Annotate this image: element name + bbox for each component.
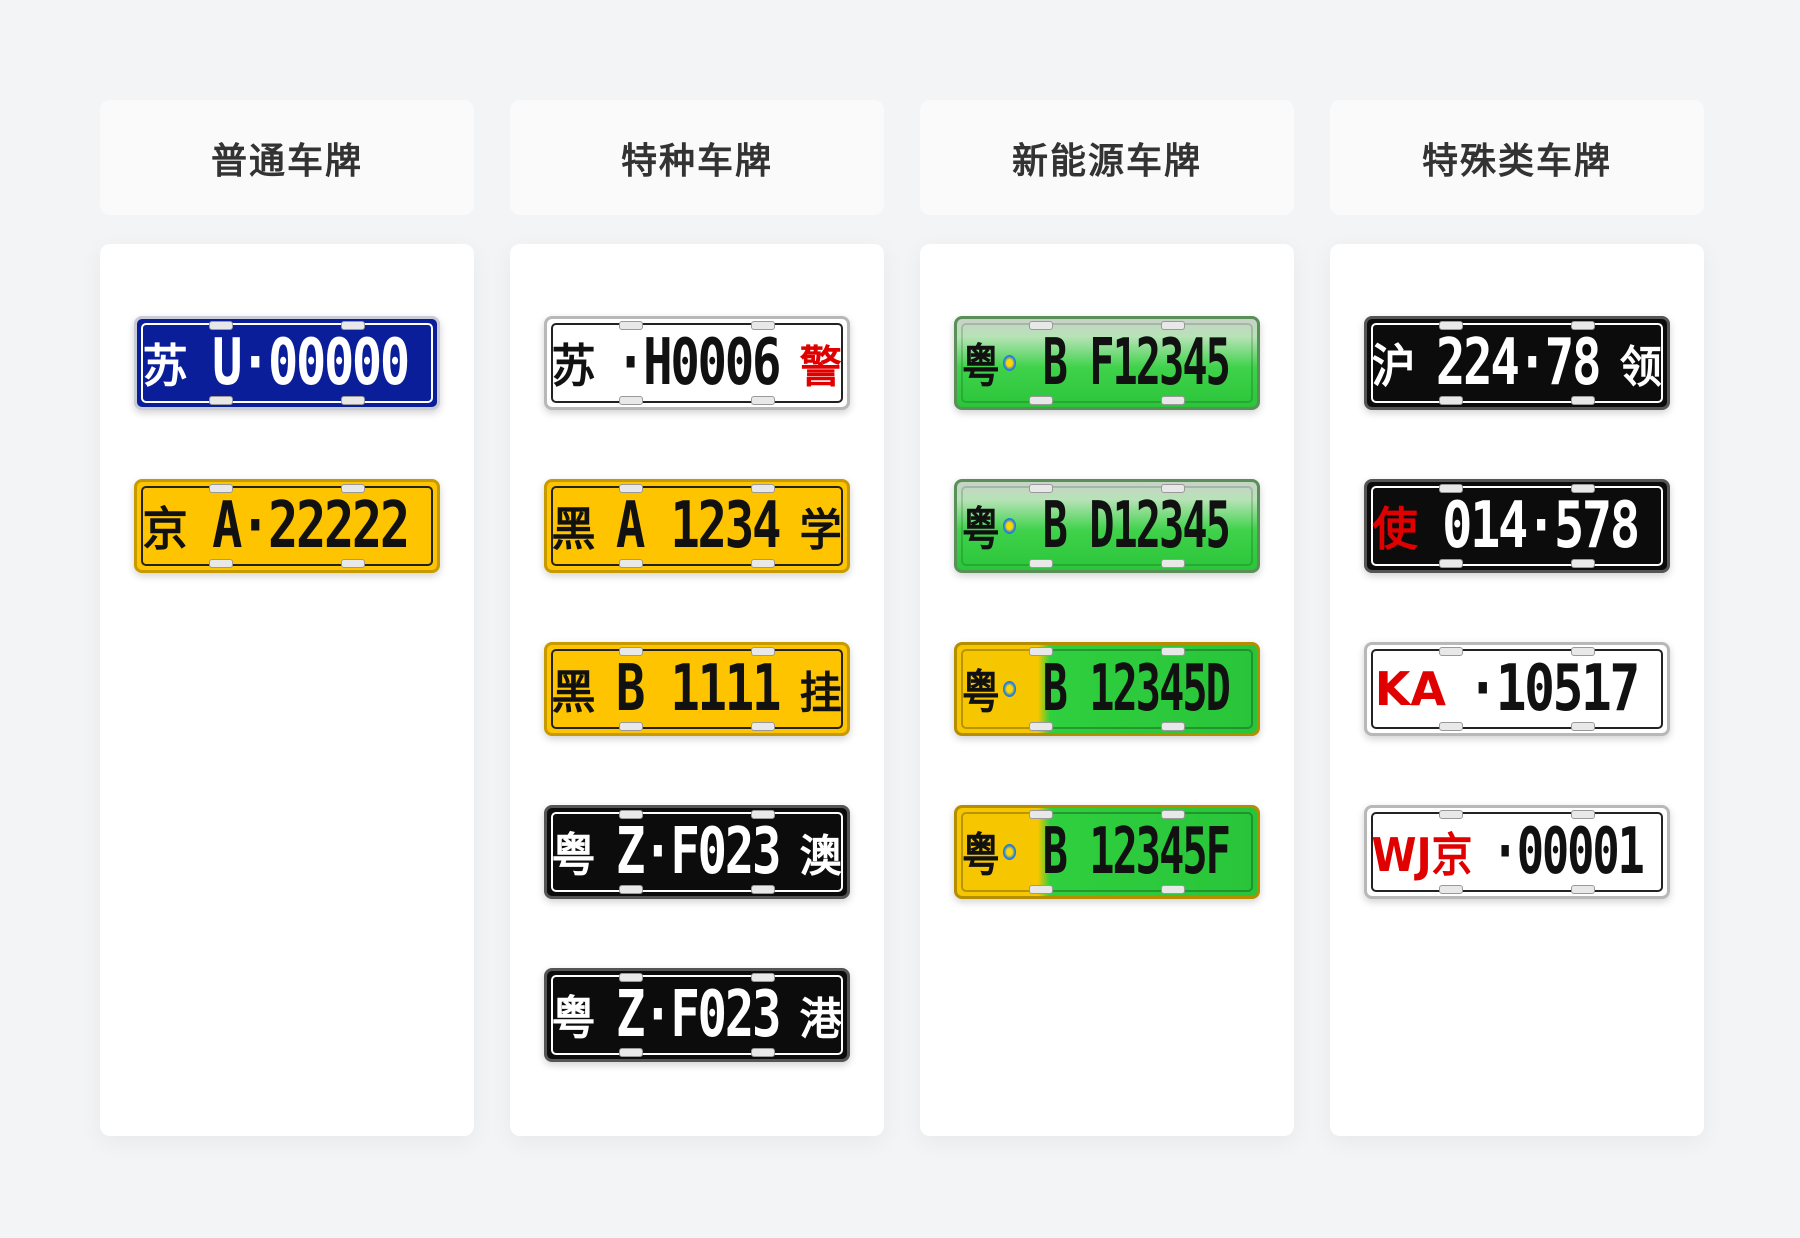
plate-province: 粤 bbox=[961, 339, 1000, 393]
column-header-special-class: 特殊类车牌 bbox=[1330, 100, 1704, 215]
plate-number: U·00000 bbox=[211, 326, 410, 400]
plate-text: 粤 Z·F023 澳 bbox=[552, 815, 842, 889]
plate-province: 使 bbox=[1372, 502, 1418, 556]
plate-number: B 12345D bbox=[1042, 652, 1231, 726]
plate-suffix: 学 bbox=[799, 505, 843, 556]
license-plate: 粤 Z·F023 港 bbox=[544, 968, 850, 1062]
column-panel-regular: 苏 U·00000 京 A·22222 bbox=[100, 244, 474, 1136]
new-energy-logo-icon bbox=[1002, 355, 1016, 371]
license-plate: 粤 B 12345F bbox=[954, 805, 1260, 899]
plate-province: 粤 bbox=[551, 991, 596, 1045]
plate-text: 粤 B 12345F bbox=[962, 815, 1252, 889]
plate-text: 苏 U·00000 bbox=[142, 326, 432, 400]
plate-prefix: KA bbox=[1374, 662, 1447, 716]
new-energy-logo-icon bbox=[1002, 681, 1016, 697]
new-energy-logo-icon bbox=[1002, 518, 1016, 534]
plate-text: 黑 B 1111 挂 bbox=[552, 652, 842, 726]
plate-text: 京 A·22222 bbox=[142, 489, 432, 563]
plate-suffix: 港 bbox=[799, 994, 843, 1045]
license-plate: 苏 U·00000 bbox=[134, 316, 440, 410]
plate-number: ·00001 bbox=[1491, 815, 1645, 889]
plate-suffix: 警 bbox=[799, 342, 843, 393]
plate-suffix: 挂 bbox=[799, 668, 843, 719]
license-plate: KA ·10517 bbox=[1364, 642, 1670, 736]
plate-province: 黑 bbox=[551, 502, 596, 556]
plate-text: 使 014·578 bbox=[1372, 489, 1662, 563]
plate-text: 粤 B D12345 bbox=[962, 489, 1252, 563]
plate-province: 粤 bbox=[551, 828, 596, 882]
plate-province: 苏 bbox=[142, 339, 188, 393]
plate-number: 014·578 bbox=[1441, 489, 1640, 563]
column-panel-special-class: 沪 224·78 领使 014·578 KA ·10517 WJ京 ·00001 bbox=[1330, 244, 1704, 1136]
plate-number: A 1234 bbox=[616, 489, 782, 563]
license-plate: 粤 B D12345 bbox=[954, 479, 1260, 573]
plate-text: 苏 ·H0006 警 bbox=[552, 326, 842, 400]
license-plate: 京 A·22222 bbox=[134, 479, 440, 573]
column-header-regular: 普通车牌 bbox=[100, 100, 474, 215]
license-plate: 使 014·578 bbox=[1364, 479, 1670, 573]
plate-number: Z·F023 bbox=[616, 978, 782, 1052]
column-panel-new-energy: 粤 B F12345 粤 B D12345 粤 B 12345D 粤 B 12345F bbox=[920, 244, 1294, 1136]
plate-number: Z·F023 bbox=[616, 815, 782, 889]
license-plate: 沪 224·78 领 bbox=[1364, 316, 1670, 410]
license-plate: 粤 Z·F023 澳 bbox=[544, 805, 850, 899]
column-header-new-energy: 新能源车牌 bbox=[920, 100, 1294, 215]
plate-text: WJ京 ·00001 bbox=[1372, 815, 1662, 889]
plate-text: KA ·10517 bbox=[1375, 652, 1659, 726]
plate-number: ·H0006 bbox=[616, 326, 782, 400]
license-plate: WJ京 ·00001 bbox=[1364, 805, 1670, 899]
plate-province: 粤 bbox=[961, 502, 1000, 556]
license-plate: 粤 B 12345D bbox=[954, 642, 1260, 736]
plate-text: 粤 B F12345 bbox=[962, 326, 1252, 400]
plate-province: 粤 bbox=[961, 665, 1000, 719]
plate-number: B D12345 bbox=[1042, 489, 1231, 563]
column-header-special-purpose: 特种车牌 bbox=[510, 100, 884, 215]
plate-text: 粤 B 12345D bbox=[962, 652, 1252, 726]
plate-province: 沪 bbox=[1371, 339, 1416, 393]
plate-text: 粤 Z·F023 港 bbox=[552, 978, 842, 1052]
plate-prefix: WJ京 bbox=[1371, 828, 1473, 882]
plate-suffix: 领 bbox=[1619, 342, 1663, 393]
license-plate: 黑 A 1234 学 bbox=[544, 479, 850, 573]
plate-number: A·22222 bbox=[211, 489, 410, 563]
plate-province: 粤 bbox=[961, 828, 1000, 882]
plate-number: 224·78 bbox=[1436, 326, 1602, 400]
new-energy-logo-icon bbox=[1002, 844, 1016, 860]
column-panel-special-purpose: 苏 ·H0006 警黑 A 1234 学黑 B 1111 挂粤 Z·F023 澳粤 Z·F023 港 bbox=[510, 244, 884, 1136]
plate-number: B F12345 bbox=[1042, 326, 1231, 400]
plate-suffix: 澳 bbox=[799, 831, 843, 882]
license-plate: 粤 B F12345 bbox=[954, 316, 1260, 410]
plate-number: B 1111 bbox=[616, 652, 782, 726]
license-plate: 苏 ·H0006 警 bbox=[544, 316, 850, 410]
plate-number: B 12345F bbox=[1042, 815, 1231, 889]
plate-province: 京 bbox=[142, 502, 188, 556]
plate-text: 黑 A 1234 学 bbox=[552, 489, 842, 563]
plate-province: 苏 bbox=[551, 339, 596, 393]
plate-province: 黑 bbox=[551, 665, 596, 719]
plate-text: 沪 224·78 领 bbox=[1372, 326, 1662, 400]
plate-number: ·10517 bbox=[1467, 652, 1640, 726]
license-plate: 黑 B 1111 挂 bbox=[544, 642, 850, 736]
